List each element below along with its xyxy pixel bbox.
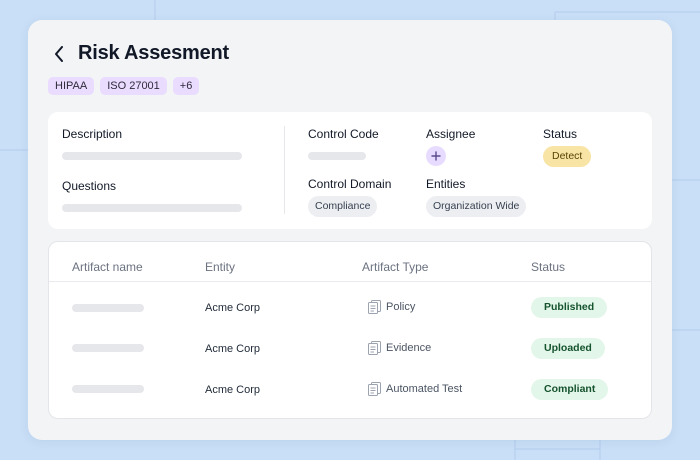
description-placeholder [62, 152, 242, 160]
artifact-name-placeholder [72, 344, 144, 352]
status-pill: Uploaded [531, 338, 605, 359]
status-label: Status [543, 127, 578, 141]
status-pill: Published [531, 297, 608, 318]
tag-hipaa[interactable]: HIPAA [48, 77, 95, 95]
add-assignee-button[interactable] [426, 146, 446, 166]
panel-divider [284, 126, 285, 214]
column-header-artifact-name[interactable]: Artifact name [72, 260, 143, 274]
artifact-type-cell: Policy [368, 300, 415, 314]
column-header-artifact-type[interactable]: Artifact Type [362, 260, 428, 274]
control-domain-chip: Compliance [308, 196, 378, 217]
questions-placeholder [62, 204, 242, 212]
artifact-type-cell: Evidence [368, 341, 431, 355]
artifact-type-cell: Automated Test [368, 382, 462, 396]
control-code-placeholder [308, 152, 366, 160]
back-button[interactable] [50, 45, 68, 63]
control-info-panel: Description Questions Control Code Assig… [48, 112, 652, 229]
document-icon [368, 382, 381, 396]
chevron-left-icon [55, 45, 63, 62]
questions-label: Questions [62, 179, 117, 193]
status-pill: Compliant [531, 379, 609, 400]
header-divider [49, 281, 651, 282]
artifacts-table: Artifact name Entity Artifact Type Statu… [48, 241, 652, 419]
artifact-name-placeholder [72, 385, 144, 393]
entities-label: Entities [426, 177, 466, 191]
entity-cell: Acme Corp [205, 302, 261, 314]
document-icon [368, 341, 381, 355]
artifact-name-placeholder [72, 304, 144, 312]
plus-icon [431, 151, 441, 161]
entity-cell: Acme Corp [205, 384, 261, 396]
document-icon [368, 300, 381, 314]
tag-list: HIPAA ISO 27001 +6 [48, 77, 200, 95]
artifact-type-label: Policy [386, 301, 416, 313]
entities-chip: Organization Wide [426, 196, 527, 217]
control-domain-label: Control Domain [308, 177, 392, 191]
assignee-label: Assignee [426, 127, 476, 141]
risk-assessment-card: Risk Assesment HIPAA ISO 27001 +6 Descri… [28, 20, 672, 440]
entity-cell: Acme Corp [205, 343, 261, 355]
tag-more[interactable]: +6 [172, 77, 200, 95]
artifact-type-label: Evidence [386, 342, 432, 354]
column-header-status[interactable]: Status [531, 260, 565, 274]
status-badge: Detect [543, 146, 592, 167]
tag-iso-27001[interactable]: ISO 27001 [100, 77, 167, 95]
column-header-entity[interactable]: Entity [205, 260, 235, 274]
artifact-type-label: Automated Test [386, 383, 463, 395]
description-label: Description [62, 127, 123, 141]
page-header: Risk Assesment [50, 42, 229, 65]
control-code-label: Control Code [308, 127, 379, 141]
page-title: Risk Assesment [78, 42, 229, 64]
